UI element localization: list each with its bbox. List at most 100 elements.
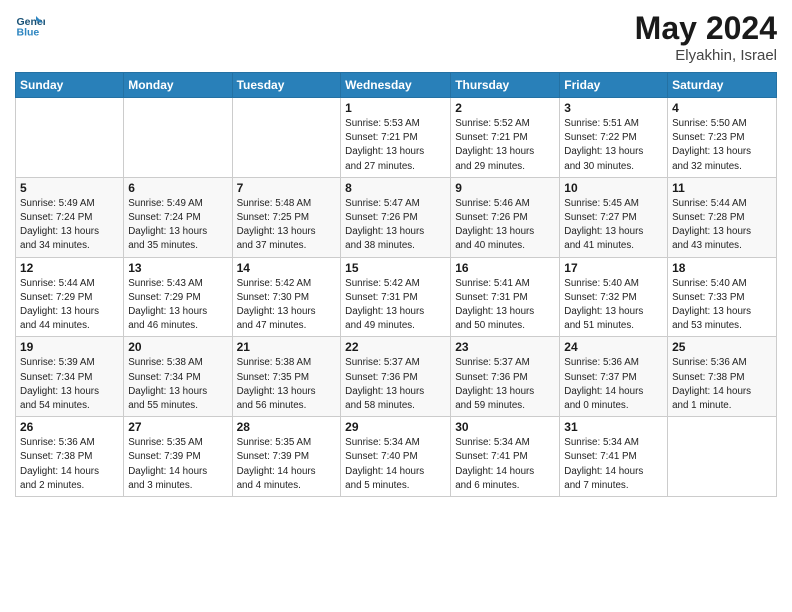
day-info: Sunrise: 5:44 AM Sunset: 7:28 PM Dayligh… <box>672 197 772 254</box>
day-info: Sunrise: 5:41 AM Sunset: 7:31 PM Dayligh… <box>455 277 555 334</box>
day-number: 20 <box>128 340 227 354</box>
day-number: 31 <box>564 420 663 434</box>
day-info: Sunrise: 5:50 AM Sunset: 7:23 PM Dayligh… <box>672 117 772 174</box>
day-cell: 25 Sunrise: 5:36 AM Sunset: 7:38 PM Dayli… <box>668 337 777 417</box>
day-info: Sunrise: 5:52 AM Sunset: 7:21 PM Dayligh… <box>455 117 555 174</box>
day-number: 17 <box>564 261 663 275</box>
day-info: Sunrise: 5:35 AM Sunset: 7:39 PM Dayligh… <box>128 436 227 493</box>
page: General Blue May 2024 Elyakhin, Israel S… <box>0 0 792 612</box>
week-row-3: 12Sunrise: 5:44 AM Sunset: 7:29 PM Dayli… <box>16 257 777 337</box>
day-number: 19 <box>20 340 119 354</box>
day-number: 15 <box>345 261 446 275</box>
day-number: 25 <box>672 340 772 354</box>
day-cell: 19 Sunrise: 5:39 AM Sunset: 7:34 PM Dayli… <box>16 337 124 417</box>
col-wednesday: Wednesday <box>341 73 451 98</box>
day-cell: 1 Sunrise: 5:53 AM Sunset: 7:21 PM Daylig… <box>341 98 451 178</box>
day-info: Sunrise: 5:35 AM Sunset: 7:39 PM Dayligh… <box>237 436 337 493</box>
day-cell: 22Sunrise: 5:37 AM Sunset: 7:36 PM Dayli… <box>341 337 451 417</box>
day-number: 24 <box>564 340 663 354</box>
day-number: 28 <box>237 420 337 434</box>
day-info: Sunrise: 5:34 AM Sunset: 7:40 PM Dayligh… <box>345 436 446 493</box>
day-cell: 24 Sunrise: 5:36 AM Sunset: 7:37 PM Dayli… <box>560 337 668 417</box>
day-cell: 31Sunrise: 5:34 AM Sunset: 7:41 PM Dayli… <box>560 417 668 497</box>
day-cell <box>16 98 124 178</box>
day-info: Sunrise: 5:48 AM Sunset: 7:25 PM Dayligh… <box>237 197 337 254</box>
day-number: 29 <box>345 420 446 434</box>
day-cell: 3 Sunrise: 5:51 AM Sunset: 7:22 PM Daylig… <box>560 98 668 178</box>
day-cell: 26Sunrise: 5:36 AM Sunset: 7:38 PM Dayli… <box>16 417 124 497</box>
day-number: 30 <box>455 420 555 434</box>
logo: General Blue <box>15 10 47 40</box>
day-cell: 20 Sunrise: 5:38 AM Sunset: 7:34 PM Dayli… <box>124 337 232 417</box>
day-number: 27 <box>128 420 227 434</box>
day-info: Sunrise: 5:36 AM Sunset: 7:37 PM Dayligh… <box>564 356 663 413</box>
day-number: 14 <box>237 261 337 275</box>
day-cell <box>124 98 232 178</box>
day-cell: 10 Sunrise: 5:45 AM Sunset: 7:27 PM Dayli… <box>560 177 668 257</box>
day-cell: 18 Sunrise: 5:40 AM Sunset: 7:33 PM Dayli… <box>668 257 777 337</box>
header-row: Sunday Monday Tuesday Wednesday Thursday… <box>16 73 777 98</box>
day-number: 18 <box>672 261 772 275</box>
col-tuesday: Tuesday <box>232 73 341 98</box>
week-row-2: 5 Sunrise: 5:49 AM Sunset: 7:24 PM Daylig… <box>16 177 777 257</box>
day-info: Sunrise: 5:36 AM Sunset: 7:38 PM Dayligh… <box>20 436 119 493</box>
day-cell: 17 Sunrise: 5:40 AM Sunset: 7:32 PM Dayli… <box>560 257 668 337</box>
col-saturday: Saturday <box>668 73 777 98</box>
day-cell: 14Sunrise: 5:42 AM Sunset: 7:30 PM Dayli… <box>232 257 341 337</box>
day-number: 1 <box>345 101 446 115</box>
day-info: Sunrise: 5:37 AM Sunset: 7:36 PM Dayligh… <box>455 356 555 413</box>
day-info: Sunrise: 5:39 AM Sunset: 7:34 PM Dayligh… <box>20 356 119 413</box>
day-cell: 21 Sunrise: 5:38 AM Sunset: 7:35 PM Dayli… <box>232 337 341 417</box>
day-number: 6 <box>128 181 227 195</box>
week-row-4: 19 Sunrise: 5:39 AM Sunset: 7:34 PM Dayli… <box>16 337 777 417</box>
day-number: 13 <box>128 261 227 275</box>
day-info: Sunrise: 5:49 AM Sunset: 7:24 PM Dayligh… <box>128 197 227 254</box>
day-cell: 30 Sunrise: 5:34 AM Sunset: 7:41 PM Dayli… <box>451 417 560 497</box>
day-info: Sunrise: 5:51 AM Sunset: 7:22 PM Dayligh… <box>564 117 663 174</box>
day-info: Sunrise: 5:42 AM Sunset: 7:31 PM Dayligh… <box>345 277 446 334</box>
day-info: Sunrise: 5:44 AM Sunset: 7:29 PM Dayligh… <box>20 277 119 334</box>
month-title: May 2024 <box>635 10 777 47</box>
day-number: 11 <box>672 181 772 195</box>
day-cell: 15 Sunrise: 5:42 AM Sunset: 7:31 PM Dayli… <box>341 257 451 337</box>
day-info: Sunrise: 5:49 AM Sunset: 7:24 PM Dayligh… <box>20 197 119 254</box>
day-info: Sunrise: 5:34 AM Sunset: 7:41 PM Dayligh… <box>455 436 555 493</box>
day-number: 4 <box>672 101 772 115</box>
day-info: Sunrise: 5:53 AM Sunset: 7:21 PM Dayligh… <box>345 117 446 174</box>
day-info: Sunrise: 5:40 AM Sunset: 7:33 PM Dayligh… <box>672 277 772 334</box>
day-number: 7 <box>237 181 337 195</box>
day-info: Sunrise: 5:38 AM Sunset: 7:34 PM Dayligh… <box>128 356 227 413</box>
day-number: 5 <box>20 181 119 195</box>
calendar: Sunday Monday Tuesday Wednesday Thursday… <box>15 72 777 497</box>
day-cell: 13Sunrise: 5:43 AM Sunset: 7:29 PM Dayli… <box>124 257 232 337</box>
day-cell: 7 Sunrise: 5:48 AM Sunset: 7:25 PM Daylig… <box>232 177 341 257</box>
col-sunday: Sunday <box>16 73 124 98</box>
col-friday: Friday <box>560 73 668 98</box>
day-number: 3 <box>564 101 663 115</box>
day-cell: 27 Sunrise: 5:35 AM Sunset: 7:39 PM Dayli… <box>124 417 232 497</box>
day-info: Sunrise: 5:38 AM Sunset: 7:35 PM Dayligh… <box>237 356 337 413</box>
day-number: 16 <box>455 261 555 275</box>
day-number: 22 <box>345 340 446 354</box>
day-cell: 16 Sunrise: 5:41 AM Sunset: 7:31 PM Dayli… <box>451 257 560 337</box>
day-info: Sunrise: 5:40 AM Sunset: 7:32 PM Dayligh… <box>564 277 663 334</box>
col-thursday: Thursday <box>451 73 560 98</box>
day-cell <box>232 98 341 178</box>
day-number: 21 <box>237 340 337 354</box>
location: Elyakhin, Israel <box>635 47 777 64</box>
day-cell: 8Sunrise: 5:47 AM Sunset: 7:26 PM Daylig… <box>341 177 451 257</box>
day-cell: 29 Sunrise: 5:34 AM Sunset: 7:40 PM Dayli… <box>341 417 451 497</box>
day-info: Sunrise: 5:45 AM Sunset: 7:27 PM Dayligh… <box>564 197 663 254</box>
logo-icon: General Blue <box>15 10 45 40</box>
day-cell: 11 Sunrise: 5:44 AM Sunset: 7:28 PM Dayli… <box>668 177 777 257</box>
day-number: 8 <box>345 181 446 195</box>
day-cell: 9Sunrise: 5:46 AM Sunset: 7:26 PM Daylig… <box>451 177 560 257</box>
col-monday: Monday <box>124 73 232 98</box>
day-cell: 23 Sunrise: 5:37 AM Sunset: 7:36 PM Dayli… <box>451 337 560 417</box>
day-cell: 28 Sunrise: 5:35 AM Sunset: 7:39 PM Dayli… <box>232 417 341 497</box>
day-number: 10 <box>564 181 663 195</box>
day-cell: 2Sunrise: 5:52 AM Sunset: 7:21 PM Daylig… <box>451 98 560 178</box>
day-number: 23 <box>455 340 555 354</box>
day-info: Sunrise: 5:36 AM Sunset: 7:38 PM Dayligh… <box>672 356 772 413</box>
calendar-body: 1 Sunrise: 5:53 AM Sunset: 7:21 PM Daylig… <box>16 98 777 497</box>
